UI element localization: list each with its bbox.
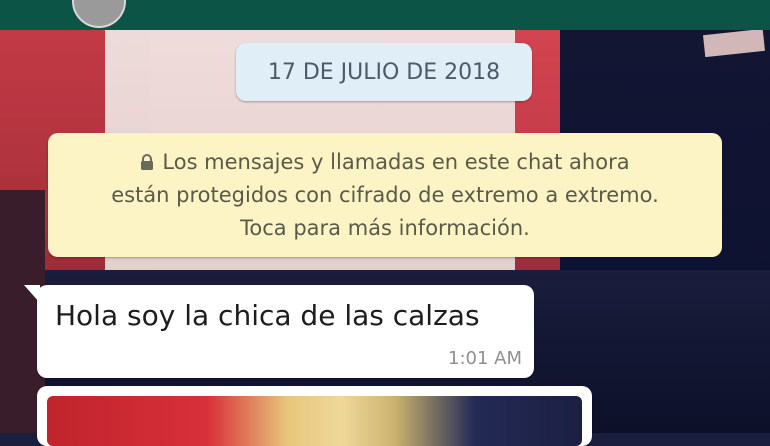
bubble-tail: [24, 285, 40, 303]
chat-header: [0, 0, 770, 30]
encryption-notice[interactable]: Los mensajes y llamadas en este chat aho…: [48, 133, 722, 257]
encryption-notice-line3: Toca para más información.: [240, 216, 530, 240]
lock-icon: [141, 154, 154, 170]
date-label: 17 DE JULIO DE 2018: [267, 59, 501, 85]
message-image[interactable]: [47, 396, 582, 446]
message-text: Hola soy la chica de las calzas: [55, 299, 480, 332]
contact-avatar[interactable]: [72, 0, 126, 28]
encryption-notice-line2: están protegidos con cifrado de extremo …: [111, 183, 659, 207]
encryption-notice-line1: Los mensajes y llamadas en este chat aho…: [48, 146, 722, 179]
date-separator: 17 DE JULIO DE 2018: [236, 43, 532, 101]
incoming-message-bubble[interactable]: Hola soy la chica de las calzas 1:01 AM: [24, 285, 534, 378]
incoming-image-bubble[interactable]: [37, 386, 592, 446]
message-timestamp: 1:01 AM: [448, 348, 522, 369]
